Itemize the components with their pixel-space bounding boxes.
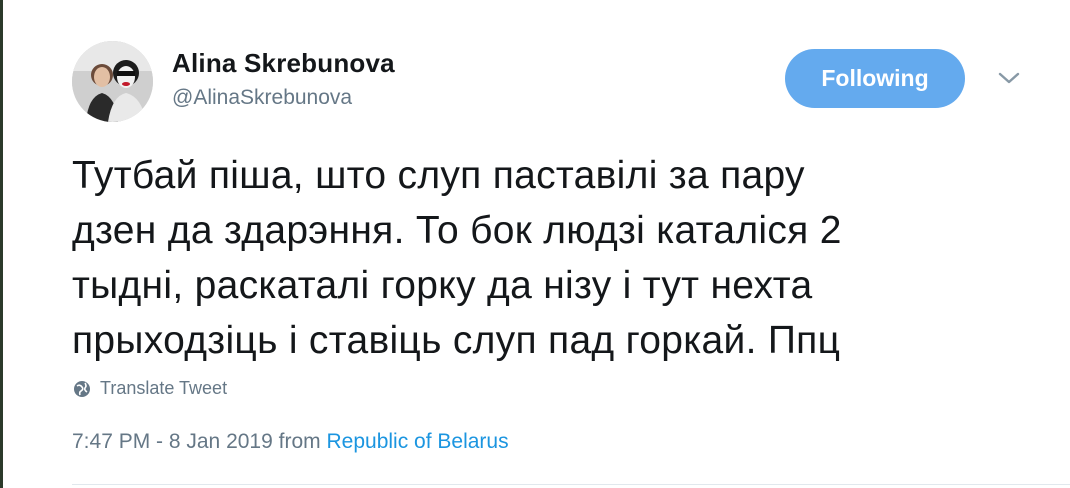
divider: [72, 484, 1070, 485]
avatar-image: [72, 41, 153, 122]
avatar[interactable]: [72, 41, 153, 122]
tweet-timestamp[interactable]: 7:47 PM - 8 Jan 2019: [72, 430, 273, 453]
tweet-meta: 7:47 PM - 8 Jan 2019 from Republic of Be…: [72, 430, 509, 454]
left-edge-strip: [0, 0, 3, 488]
chevron-down-icon[interactable]: [996, 69, 1022, 87]
tweet-text-line: тыдні, раскаталі горку да нізу і тут нех…: [72, 264, 813, 307]
following-button[interactable]: Following: [785, 49, 965, 108]
tweet-text-line: прыходзіць і ставіць слуп пад горкай. Пп…: [72, 319, 841, 362]
author-display-name[interactable]: Alina Skrebunova: [172, 48, 395, 79]
translate-tweet-link[interactable]: Translate Tweet: [72, 378, 227, 399]
location-link[interactable]: Republic of Belarus: [326, 430, 508, 453]
from-label: from: [278, 430, 321, 453]
author-handle[interactable]: @AlinaSkrebunova: [172, 86, 352, 110]
tweet-card: Alina Skrebunova @AlinaSkrebunova Follow…: [0, 0, 1070, 488]
tweet-text-line: Тутбай піша, што слуп паставілі за пару: [72, 154, 805, 197]
translate-tweet-label: Translate Tweet: [100, 378, 228, 398]
tweet-text: Тутбай піша, што слуп паставілі за пару …: [72, 148, 1032, 368]
globe-icon: [74, 380, 90, 397]
tweet-text-line: дзен да здарэння. То бок людзі каталіся …: [72, 209, 842, 252]
